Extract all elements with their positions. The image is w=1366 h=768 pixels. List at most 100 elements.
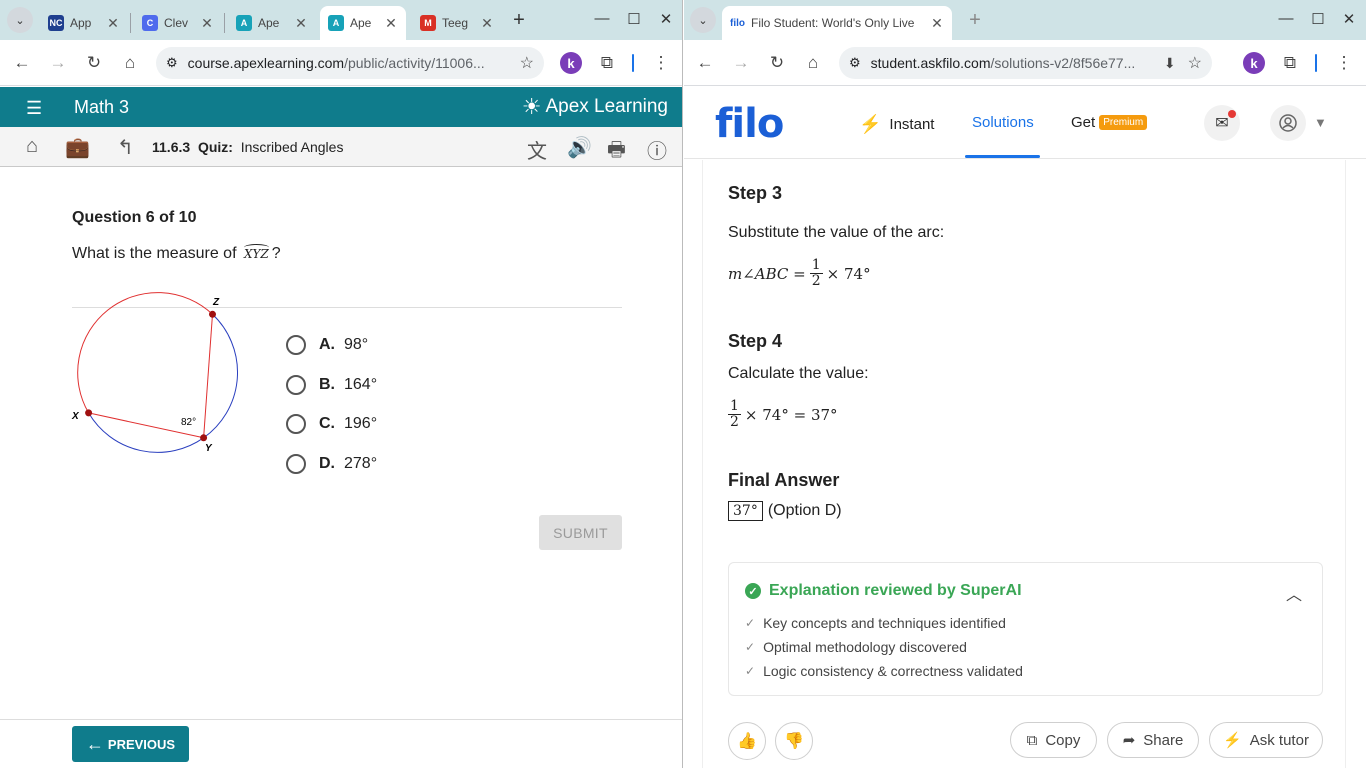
url-path: /solutions-v2/8f56e77... xyxy=(990,55,1136,71)
close-icon[interactable]: ✕ xyxy=(106,15,120,32)
thumbs-down-button[interactable]: 👎 xyxy=(775,722,813,760)
nav-instant[interactable]: ⚡ Instant xyxy=(859,114,934,135)
site-info-icon[interactable]: ⚙ xyxy=(166,55,178,71)
chevron-up-icon[interactable]: ︿ xyxy=(1286,581,1302,605)
radio-button[interactable] xyxy=(286,375,306,395)
fraction: 12 xyxy=(728,399,741,430)
home-icon[interactable]: ⌂ xyxy=(801,51,825,75)
home-icon[interactable]: ⌂ xyxy=(118,51,142,75)
back-icon[interactable]: ← xyxy=(693,51,717,75)
mail-icon: ✉ xyxy=(1215,115,1229,132)
hamburger-menu-icon[interactable]: ☰ xyxy=(26,98,42,119)
answer-option-d[interactable]: D. 278° xyxy=(286,453,377,475)
browser-tab-active[interactable]: A Ape ✕ xyxy=(320,6,406,40)
close-window-icon[interactable]: ✕ xyxy=(656,10,676,28)
url-path: /public/activity/11006... xyxy=(344,55,485,71)
share-button[interactable]: ➦ Share xyxy=(1107,722,1199,758)
browser-tab-active[interactable]: filo Filo Student: World's Only Live ✕ xyxy=(722,6,952,40)
submit-button[interactable]: SUBMIT xyxy=(539,515,622,550)
tab-favicon-icon: C xyxy=(142,15,158,31)
kebab-menu-icon[interactable]: ⋮ xyxy=(1332,51,1356,75)
kebab-menu-icon[interactable]: ⋮ xyxy=(649,51,673,75)
browser-tab[interactable]: NC App ✕ xyxy=(40,6,128,40)
close-icon[interactable]: ✕ xyxy=(384,15,398,32)
profile-avatar[interactable]: k xyxy=(559,51,583,75)
translate-icon[interactable]: 文 xyxy=(527,135,547,164)
filo-logo[interactable]: filo xyxy=(715,101,784,147)
install-icon[interactable]: ⬇ xyxy=(1164,55,1176,72)
copy-button[interactable]: ⧉ Copy xyxy=(1010,722,1097,758)
site-info-icon[interactable]: ⚙ xyxy=(849,55,861,71)
bookmark-star-icon[interactable]: ☆ xyxy=(1188,53,1202,73)
nav-get-label: Get xyxy=(1071,114,1096,131)
option-letter: B. xyxy=(319,376,335,393)
reload-icon[interactable]: ↻ xyxy=(82,51,106,75)
close-window-icon[interactable]: ✕ xyxy=(1339,10,1359,28)
review-card: ✓ Explanation reviewed by SuperAI ︿ ✓ Key… xyxy=(728,562,1323,696)
address-bar[interactable]: ⚙ course.apexlearning.com/public/activit… xyxy=(156,47,544,79)
new-tab-button[interactable]: + xyxy=(964,9,986,32)
forward-icon[interactable]: → xyxy=(46,51,70,75)
tab-title: Ape xyxy=(258,16,280,30)
close-icon[interactable]: ✕ xyxy=(930,15,944,32)
address-bar[interactable]: ⚙ student.askfilo.com/solutions-v2/8f56e… xyxy=(839,47,1212,79)
maximize-icon[interactable]: ☐ xyxy=(1308,10,1328,28)
tab-title: Ape xyxy=(350,16,372,30)
course-title: Math 3 xyxy=(74,97,130,117)
home-icon[interactable]: ⌂ xyxy=(26,135,38,158)
minimize-icon[interactable]: — xyxy=(1276,10,1296,27)
fraction-numerator: 1 xyxy=(728,398,741,415)
url-host: course.apexlearning.com xyxy=(187,55,345,71)
equation-right: × 74° = 37° xyxy=(744,405,838,424)
reload-icon[interactable]: ↻ xyxy=(765,51,789,75)
nav-solutions[interactable]: Solutions xyxy=(972,114,1034,131)
briefcase-icon[interactable]: 💼 xyxy=(65,135,90,160)
mail-button[interactable]: ✉ xyxy=(1204,105,1240,141)
answer-option-b[interactable]: B. 164° xyxy=(286,374,377,396)
thumbs-up-button[interactable]: 👍 xyxy=(728,722,766,760)
tab-search-button[interactable]: ⌄ xyxy=(7,7,33,33)
print-icon[interactable]: 🖶 xyxy=(607,135,626,169)
final-answer-option: (Option D) xyxy=(767,502,842,519)
bookmark-star-icon[interactable]: ☆ xyxy=(520,53,534,73)
read-aloud-icon[interactable]: 🔊 xyxy=(567,135,592,160)
tab-title: App xyxy=(70,16,92,30)
apex-header: ☰ Math 3 ☀ Apex Learning xyxy=(0,87,682,127)
previous-button[interactable]: ← PREVIOUS xyxy=(72,726,189,762)
close-icon[interactable]: ✕ xyxy=(480,15,494,32)
profile-letter: k xyxy=(560,52,582,74)
maximize-icon[interactable]: ☐ xyxy=(624,10,644,28)
close-icon[interactable]: ✕ xyxy=(294,15,308,32)
extensions-icon[interactable]: ⧉ xyxy=(1278,51,1302,75)
browser-tab[interactable]: A Ape ✕ xyxy=(228,6,316,40)
verified-check-icon: ✓ xyxy=(745,583,761,599)
browser-tab[interactable]: C Clev ✕ xyxy=(134,6,222,40)
review-item-text: Logic consistency & correctness validate… xyxy=(763,663,1023,679)
minimize-icon[interactable]: — xyxy=(592,10,612,27)
new-tab-button[interactable]: + xyxy=(508,9,530,32)
question-prefix: What is the measure of xyxy=(72,245,237,262)
forward-icon[interactable]: → xyxy=(729,51,753,75)
radio-button[interactable] xyxy=(286,454,306,474)
ask-tutor-button[interactable]: ⚡ Ask tutor xyxy=(1209,722,1323,758)
answer-option-a[interactable]: A. 98° xyxy=(286,334,368,356)
nav-get-premium[interactable]: Get Premium xyxy=(1071,114,1148,131)
review-item: ✓ Optimal methodology discovered xyxy=(745,639,967,655)
copy-icon: ⧉ xyxy=(1026,731,1038,749)
extensions-icon[interactable]: ⧉ xyxy=(595,51,619,75)
user-menu-button[interactable] xyxy=(1270,105,1306,141)
browser-tab[interactable]: M Teeg ✕ xyxy=(412,6,502,40)
arc-zy xyxy=(203,313,238,439)
review-title: ✓ Explanation reviewed by SuperAI xyxy=(745,582,1022,600)
profile-avatar[interactable]: k xyxy=(1242,51,1266,75)
radio-button[interactable] xyxy=(286,335,306,355)
close-icon[interactable]: ✕ xyxy=(200,15,214,32)
up-arrow-icon[interactable]: ↰ xyxy=(117,135,134,160)
answer-option-c[interactable]: C. 196° xyxy=(286,413,377,435)
dropdown-caret-icon[interactable]: ▼ xyxy=(1314,115,1327,130)
back-icon[interactable]: ← xyxy=(10,51,34,75)
radio-button[interactable] xyxy=(286,414,306,434)
tab-search-button[interactable]: ⌄ xyxy=(690,7,716,33)
help-icon[interactable]: ⓘ xyxy=(647,135,667,164)
option-value: 164° xyxy=(344,376,378,393)
